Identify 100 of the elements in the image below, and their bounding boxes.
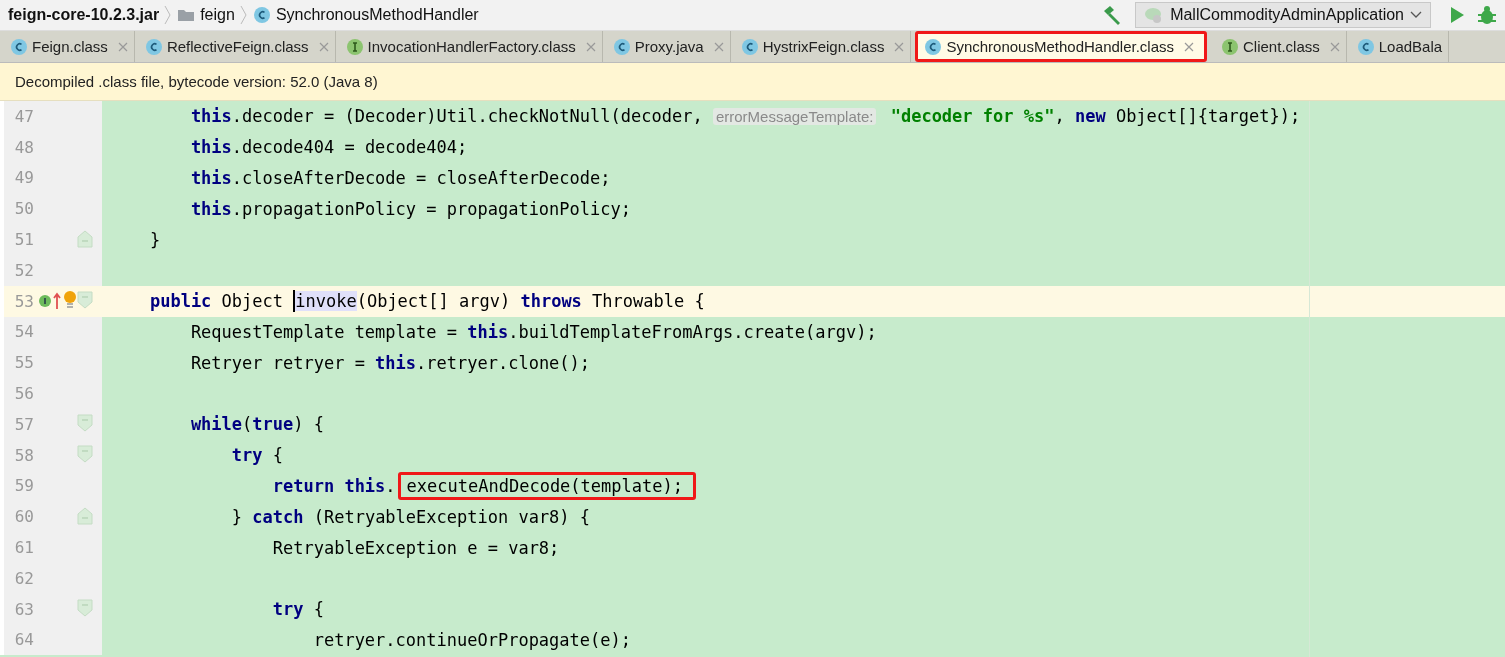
close-icon — [585, 41, 596, 52]
keyword: while — [189, 414, 243, 435]
class-icon — [10, 37, 28, 56]
line-number: 49 — [13, 168, 34, 188]
run-icon[interactable] — [1449, 6, 1465, 24]
code-text: { — [271, 445, 283, 466]
keyword: this — [189, 106, 232, 127]
close-icon — [1329, 41, 1340, 52]
code-text: Object[]{target}); — [1114, 106, 1301, 127]
keyword: throws — [520, 291, 582, 312]
code-text: Object — [220, 291, 284, 312]
run-configuration-dropdown[interactable]: MallCommodityAdminApplication — [1135, 2, 1431, 28]
code-text: } — [230, 506, 244, 527]
code-text: . — [385, 475, 396, 496]
line-number: 55 — [13, 353, 34, 373]
keyword: this — [375, 352, 417, 373]
close-icon — [894, 41, 905, 52]
code-text: ( — [242, 414, 253, 435]
close-icon — [1184, 41, 1195, 52]
keyword: catch — [252, 506, 304, 527]
line-number: 56 — [13, 384, 34, 404]
line-number: 58 — [13, 445, 34, 465]
editor-tab[interactable]: HystrixFeign.class — [730, 31, 912, 62]
interface-icon — [1221, 37, 1240, 56]
class-icon — [252, 6, 271, 24]
editor-tab[interactable]: LoadBala — [1346, 31, 1450, 62]
class-icon — [740, 37, 759, 56]
line-number: 51 — [13, 230, 34, 250]
text-caret — [293, 290, 296, 313]
code-text: } — [148, 229, 161, 250]
string-literal: "decoder for %s" — [889, 106, 1055, 127]
code-text: .closeAfterDecode = closeAfterDecode; — [231, 168, 611, 188]
class-icon — [612, 37, 631, 56]
line-number: 60 — [13, 507, 34, 527]
class-icon — [144, 37, 163, 56]
code-text: (Object[] argv) — [356, 291, 512, 312]
line-number: 54 — [13, 322, 34, 342]
code-text: { — [312, 599, 324, 620]
code-text: RequestTemplate template = — [189, 321, 458, 342]
chevron-icon — [164, 4, 173, 26]
line-number: 47 — [13, 106, 34, 126]
line-number: 62 — [13, 568, 34, 588]
line-number: 64 — [13, 630, 34, 650]
editor-tab[interactable]: Client.class — [1211, 31, 1347, 62]
caret-icon — [1410, 11, 1422, 19]
implements-icon — [38, 291, 62, 312]
editor-tab[interactable]: Proxy.java — [602, 31, 731, 62]
fold-marker-icon — [77, 599, 93, 618]
bug-icon[interactable] — [1477, 5, 1497, 25]
method-name: invoke — [295, 291, 357, 312]
code-text: .buildTemplateFromArgs.create(argv); — [508, 321, 877, 342]
keyword: this — [189, 137, 232, 158]
code-text: .propagationPolicy = propagationPolicy; — [231, 198, 631, 219]
breadcrumb-item[interactable]: SynchronousMethodHandler — [275, 6, 479, 24]
line-number: 57 — [13, 414, 34, 434]
close-icon — [713, 41, 724, 52]
keyword: public — [148, 291, 212, 312]
editor-tab[interactable]: SynchronousMethodHandler.class — [915, 31, 1208, 62]
lightbulb-icon — [63, 290, 77, 311]
code-text: .retryer.clone(); — [416, 352, 591, 373]
code-text: .decode404 = decode404; — [231, 137, 468, 158]
fold-marker-icon — [77, 229, 93, 248]
parameter-hint: errorMessageTemplate: — [712, 107, 877, 125]
keyword: try — [271, 599, 304, 620]
code-text: ) { — [293, 414, 324, 435]
line-number: 48 — [13, 137, 34, 157]
keyword: this — [189, 198, 232, 219]
code-text: Retryer retryer = — [189, 352, 366, 373]
fold-marker-icon — [77, 291, 93, 310]
notification-banner: Decompiled .class file, bytecode version: 52.0 (Java 8) — [0, 63, 1505, 101]
interface-icon — [345, 37, 364, 56]
class-icon — [1356, 37, 1375, 56]
chevron-icon — [239, 4, 248, 26]
line-number: 61 — [13, 538, 34, 558]
breadcrumb-item[interactable]: feign-core-10.2.3.jar — [8, 6, 160, 24]
code-text: RetryableException e = var8; — [271, 537, 560, 558]
editor-tab[interactable]: Feign.class — [0, 31, 135, 62]
line-number: 59 — [13, 476, 34, 496]
keyword: new — [1074, 106, 1106, 127]
breadcrumb-item[interactable]: feign — [200, 6, 235, 24]
close-icon — [318, 41, 329, 52]
line-number: 52 — [13, 260, 34, 280]
keyword: this — [467, 321, 509, 342]
close-icon — [117, 41, 128, 52]
line-number: 50 — [13, 199, 34, 219]
code-text: executeAndDecode(template); — [397, 471, 696, 500]
code-text: , — [1054, 106, 1066, 127]
editor-tab[interactable]: ReflectiveFeign.class — [134, 31, 336, 62]
code-text: .decoder = (Decoder)Util.checkNotNull(decoder, — [231, 106, 704, 127]
code-text: Throwable { — [591, 291, 705, 312]
keyword: this — [189, 168, 232, 188]
keyword: return this — [271, 475, 386, 496]
fold-marker-icon — [77, 445, 93, 464]
fold-marker-icon — [77, 506, 93, 525]
fold-marker-icon — [77, 414, 93, 433]
code-text: (RetryableException var8) { — [312, 506, 591, 527]
keyword: true — [252, 414, 294, 435]
editor-tab[interactable]: InvocationHandlerFactory.class — [335, 31, 603, 62]
line-number: 63 — [13, 599, 34, 619]
code-text: retryer.continueOrPropagate(e); — [312, 629, 631, 650]
